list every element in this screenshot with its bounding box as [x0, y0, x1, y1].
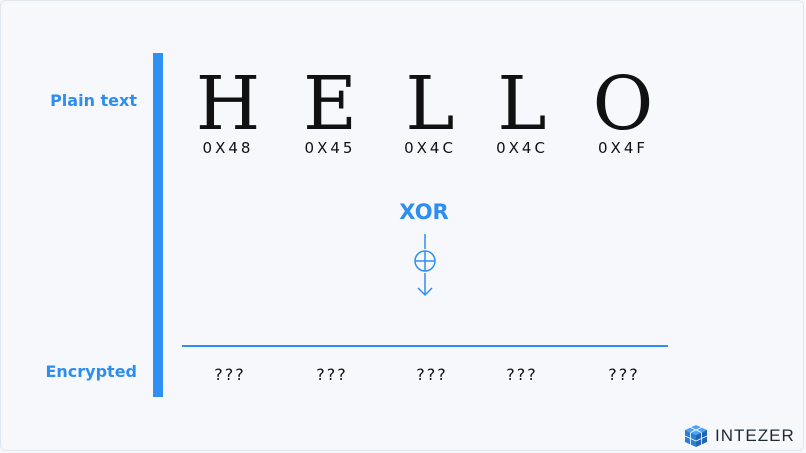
plain-char-column: H 0X48	[178, 66, 278, 157]
encrypted-label: Encrypted	[45, 362, 137, 381]
plain-char: L	[405, 61, 455, 147]
hex-code: 0X4C	[404, 139, 456, 157]
encrypted-value: ???	[214, 365, 246, 384]
hex-code: 0X4F	[598, 139, 648, 157]
xor-label: XOR	[399, 200, 449, 224]
xor-arrow-icon	[414, 234, 436, 297]
cube-grid-logo-icon	[684, 425, 708, 447]
brand-name: INTEZER	[715, 426, 795, 445]
hex-code: 0X4C	[496, 139, 548, 157]
intezer-logo: INTEZER	[683, 424, 795, 448]
encrypted-value: ???	[416, 365, 448, 384]
plain-char: L	[497, 61, 547, 147]
plain-char-column: E 0X45	[280, 66, 380, 157]
plain-char: O	[592, 61, 654, 147]
encrypted-value: ???	[506, 365, 538, 384]
vertical-accent-bar	[153, 53, 163, 397]
divider-line	[182, 345, 668, 347]
plain-char: E	[302, 61, 358, 147]
plain-char-column: L 0X4C	[472, 66, 572, 157]
plain-text-label: Plain text	[50, 91, 137, 110]
plain-char: H	[195, 61, 261, 147]
encrypted-value: ???	[608, 365, 640, 384]
encrypted-value: ???	[316, 365, 348, 384]
hex-code: 0X48	[202, 139, 254, 157]
plain-char-column: L 0X4C	[380, 66, 480, 157]
plain-char-column: O 0X4F	[573, 66, 673, 157]
hex-code: 0X45	[304, 139, 356, 157]
